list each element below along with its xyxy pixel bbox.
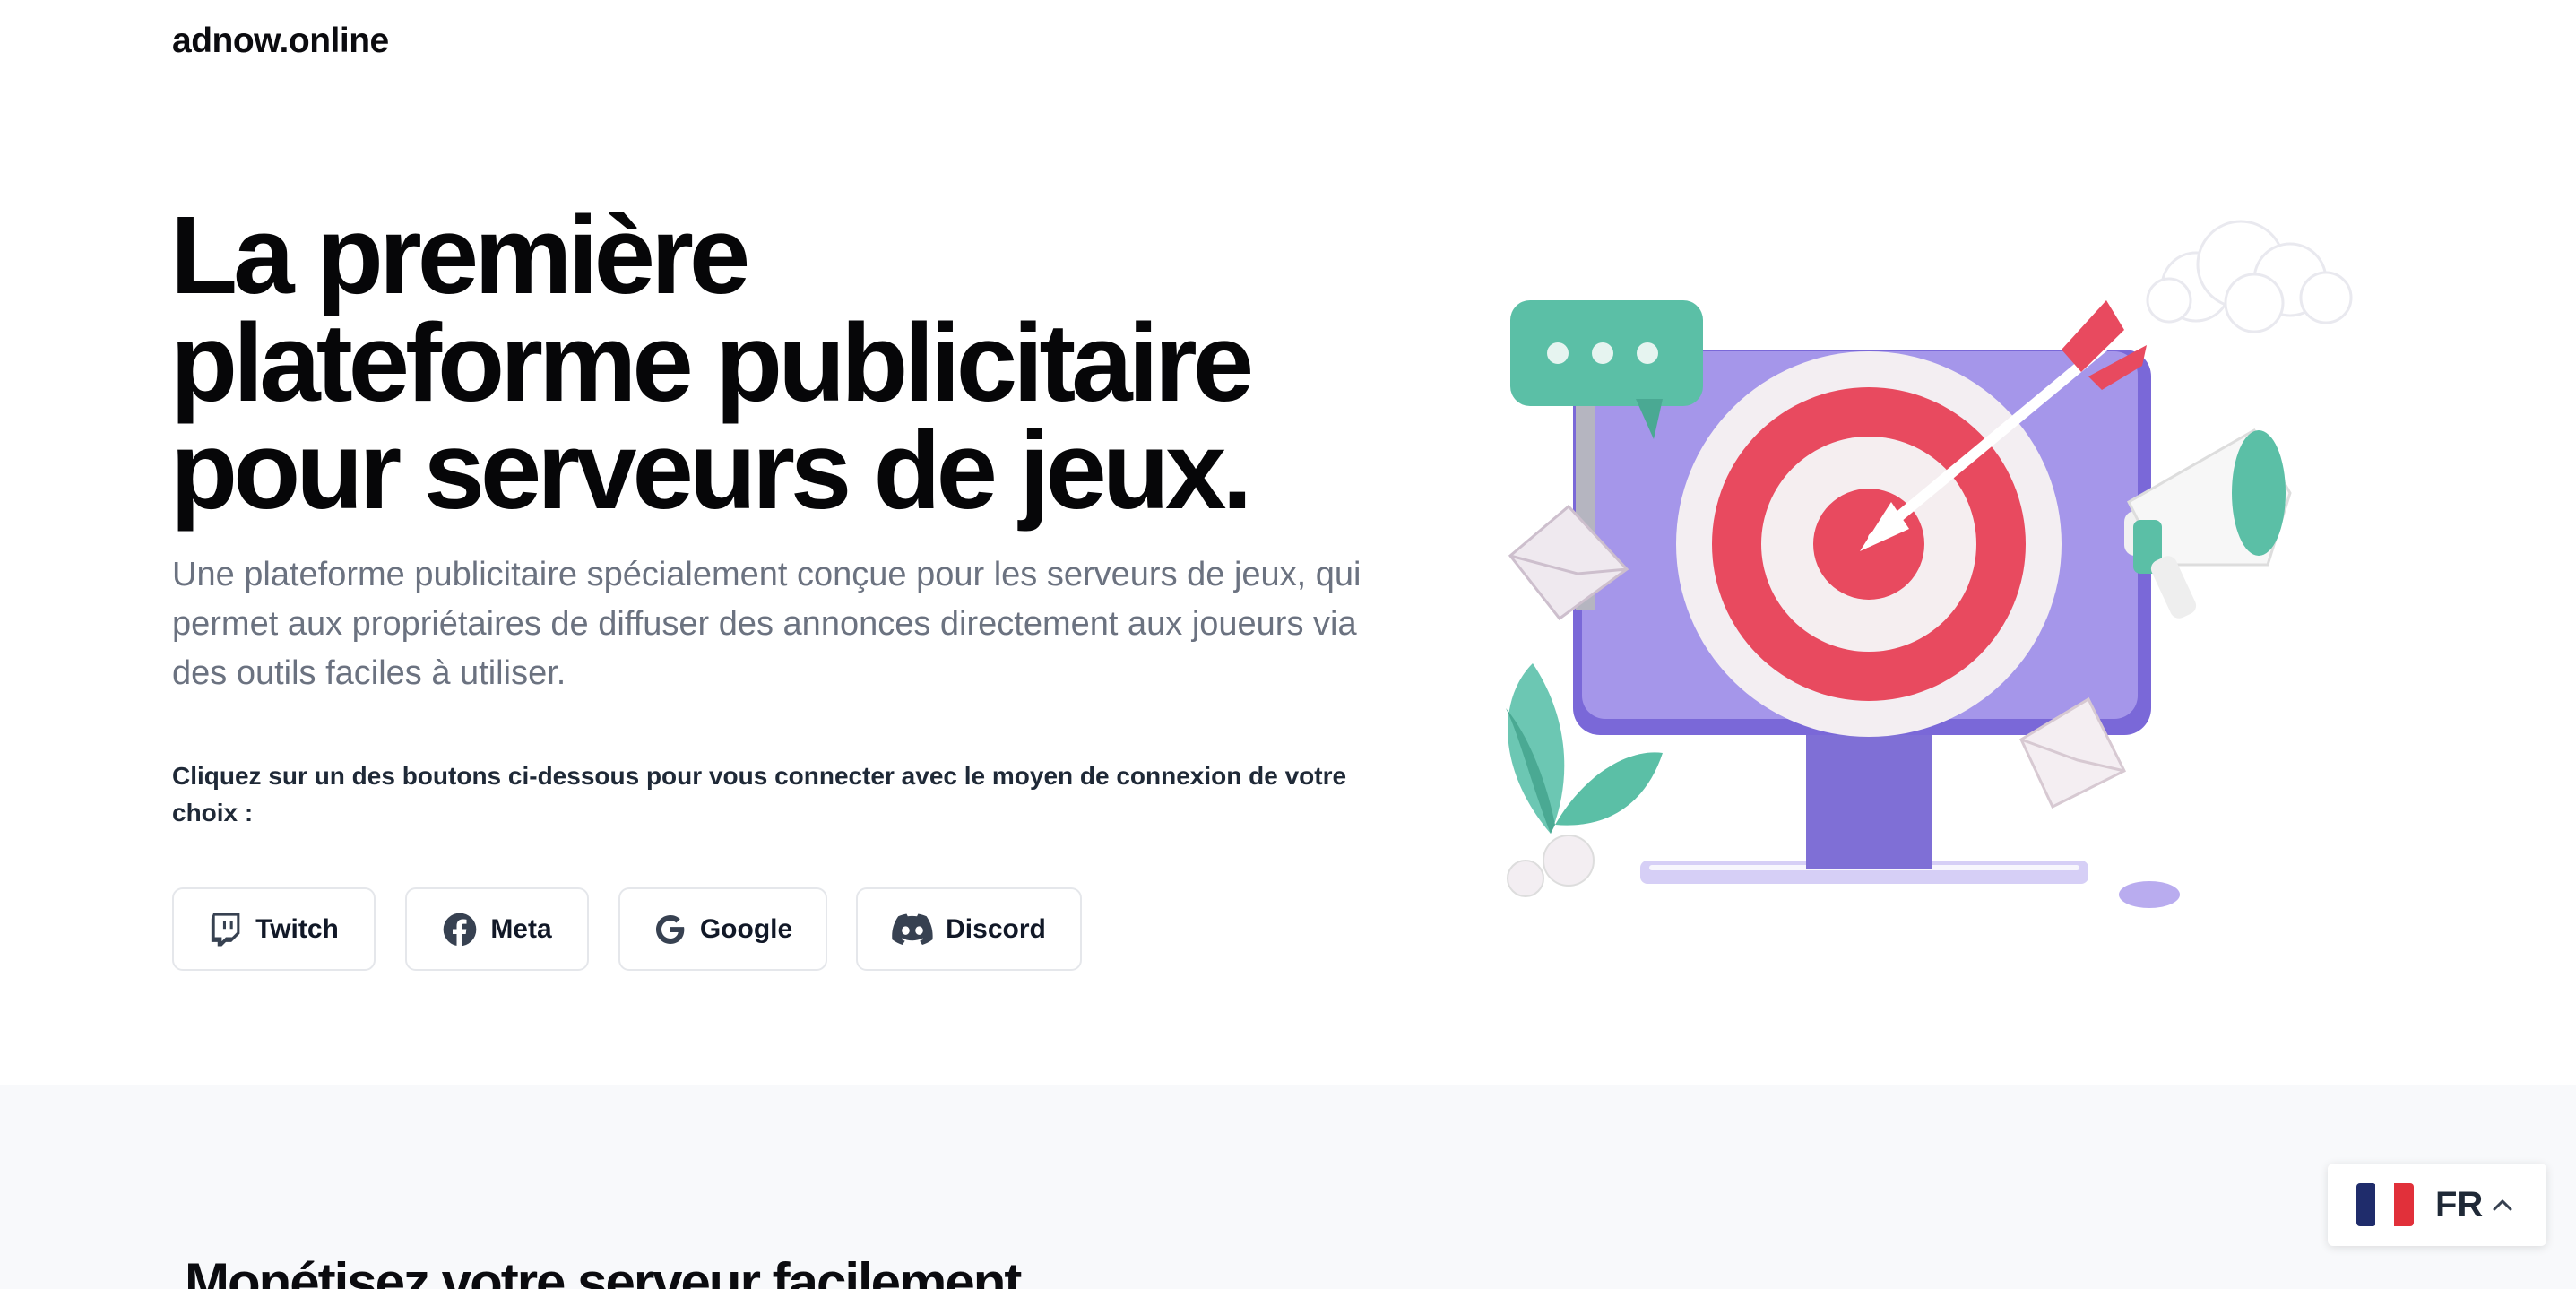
hero-description: Une plateforme publicitaire spécialement… [172, 556, 1361, 692]
hero-title: La première plateforme publicitaire pour… [170, 195, 1515, 532]
target-monitor-illustration [1506, 220, 2353, 908]
connect-prompt: Cliquez sur un des boutons ci-dessous po… [172, 762, 1347, 826]
meta-login-button[interactable]: Meta [405, 887, 589, 971]
hero-title-line: plateforme publicitaire [170, 302, 1254, 425]
google-icon [655, 914, 685, 944]
twitch-login-button[interactable]: Twitch [172, 887, 376, 971]
language-code: FR [2435, 1184, 2484, 1224]
chevron-up-icon [2493, 1199, 2512, 1211]
google-login-button[interactable]: Google [618, 887, 827, 971]
brand-logo[interactable]: adnow.online [172, 22, 389, 61]
page: adnow.online La première plateforme publ… [0, 0, 2576, 1289]
twitch-icon [211, 913, 240, 946]
language-switcher[interactable]: FR [2328, 1164, 2546, 1246]
section-heading: Monétisez votre serveur facilement [185, 1252, 1022, 1289]
france-flag-icon [2356, 1183, 2414, 1226]
cloud-icon [2146, 220, 2353, 333]
discord-login-label: Discord [946, 913, 1046, 944]
facebook-icon [443, 913, 477, 947]
hero-title-line: La première [170, 195, 750, 317]
mouse-icon [2119, 881, 2180, 908]
discord-icon [892, 913, 933, 945]
discord-login-button[interactable]: Discord [856, 887, 1082, 971]
twitch-login-label: Twitch [255, 913, 339, 944]
meta-login-label: Meta [490, 913, 552, 944]
hero-title-line: pour serveurs de jeux. [170, 410, 1253, 532]
google-login-label: Google [699, 913, 793, 944]
